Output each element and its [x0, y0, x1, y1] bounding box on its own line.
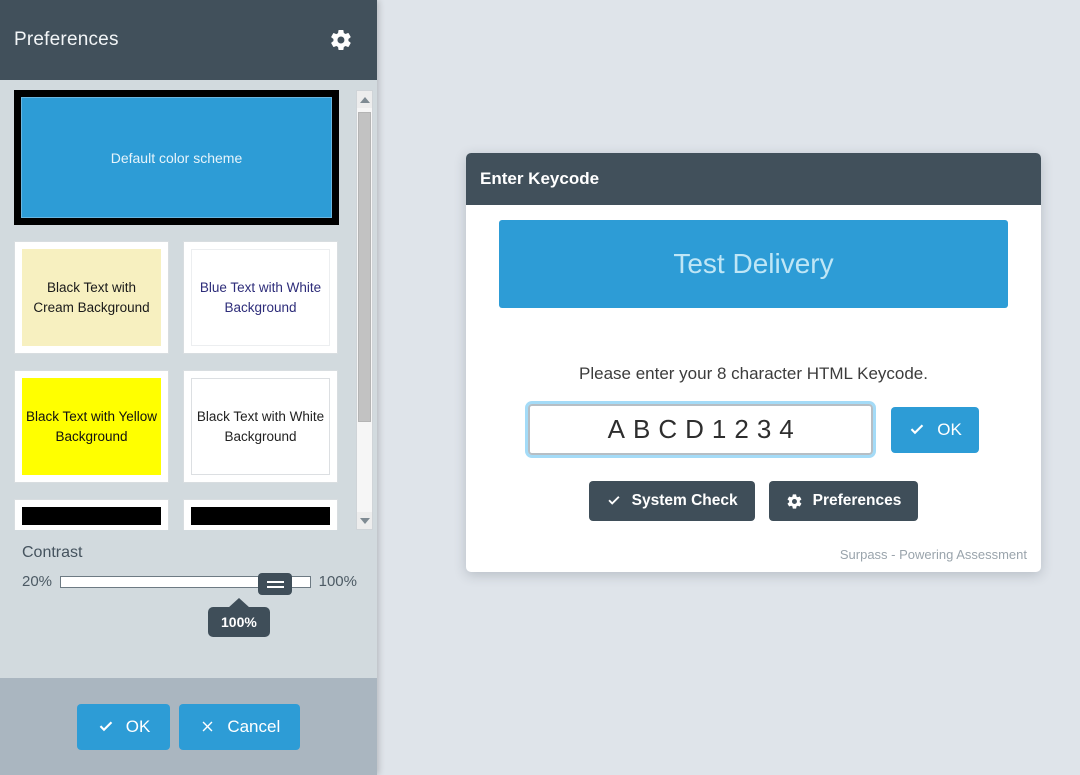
preferences-body: Default color scheme Black Text with Cre…	[0, 80, 377, 678]
keycode-input[interactable]	[525, 401, 877, 458]
preferences-cancel-label: Cancel	[227, 716, 281, 736]
system-check-label: System Check	[631, 492, 738, 509]
preferences-footer: OK Cancel	[0, 678, 377, 775]
test-delivery-banner: Test Delivery	[499, 220, 1008, 308]
scheme-option-black-1[interactable]	[14, 499, 169, 530]
scrollbar-thumb[interactable]	[358, 112, 371, 422]
handle-grip-line	[266, 580, 284, 583]
preferences-header: Preferences	[0, 0, 377, 80]
contrast-slider-row: 20% 100% 100%	[22, 573, 357, 637]
scheme-option-label: Default color scheme	[21, 97, 332, 218]
color-scheme-list: Default color scheme Black Text with Cre…	[0, 90, 356, 530]
scheme-option-label: Blue Text with White Background	[191, 249, 330, 346]
preferences-ok-button[interactable]: OK	[76, 703, 171, 750]
brand-footer-text: Surpass - Powering Assessment	[839, 547, 1027, 562]
scheme-list-scrollbar[interactable]	[356, 90, 373, 530]
check-icon	[97, 718, 115, 736]
preferences-button[interactable]: Preferences	[768, 481, 919, 521]
system-check-button[interactable]: System Check	[588, 481, 755, 521]
test-delivery-label: Test Delivery	[673, 248, 834, 279]
scheme-option-blue-on-white[interactable]: Blue Text with White Background	[183, 241, 338, 354]
scrollbar-down-button[interactable]	[357, 512, 372, 529]
keycode-dialog-title: Enter Keycode	[480, 169, 600, 188]
scrollbar-track[interactable]	[357, 108, 372, 512]
scheme-option-cream[interactable]: Black Text with Cream Background	[14, 241, 169, 354]
gear-icon[interactable]	[329, 28, 353, 52]
scheme-option-label: Black Text with White Background	[191, 378, 330, 475]
scheme-option-label	[22, 507, 161, 525]
keycode-dialog-actions: System Check Preferences	[499, 481, 1008, 521]
scheme-option-label: Black Text with Yellow Background	[22, 378, 161, 475]
preferences-cancel-button[interactable]: Cancel	[179, 703, 301, 750]
contrast-slider[interactable]	[60, 573, 311, 595]
color-scheme-area: Default color scheme Black Text with Cre…	[0, 80, 377, 530]
chevron-down-icon	[359, 517, 370, 524]
scrollbar-up-button[interactable]	[357, 91, 372, 108]
scheme-row: Black Text with Yellow Background Black …	[14, 370, 348, 483]
scheme-option-default[interactable]: Default color scheme	[14, 90, 339, 225]
handle-grip-line	[266, 585, 284, 588]
check-icon	[606, 493, 622, 509]
page-title: Preferences	[14, 29, 119, 50]
scheme-row: Black Text with Cream Background Blue Te…	[14, 241, 348, 354]
scheme-option-black-2[interactable]	[183, 499, 338, 530]
contrast-min-label: 20%	[22, 573, 53, 590]
preferences-panel: Preferences Default color scheme Black T…	[0, 0, 377, 775]
keycode-instruction-text: Please enter your 8 character HTML Keyco…	[579, 364, 928, 383]
chevron-up-icon	[359, 96, 370, 103]
scheme-option-yellow[interactable]: Black Text with Yellow Background	[14, 370, 169, 483]
keycode-ok-button[interactable]: OK	[891, 406, 979, 453]
preferences-ok-label: OK	[125, 716, 151, 736]
contrast-slider-handle[interactable]	[258, 573, 293, 595]
enter-keycode-dialog: Enter Keycode Test Delivery Please enter…	[466, 153, 1041, 572]
scheme-option-white[interactable]: Black Text with White Background	[183, 370, 338, 483]
preferences-button-label: Preferences	[812, 492, 902, 509]
contrast-value-tooltip: 100%	[208, 607, 270, 637]
check-icon	[908, 421, 926, 439]
scheme-option-label	[191, 507, 330, 525]
contrast-max-label: 100%	[318, 573, 357, 590]
scheme-row	[14, 499, 348, 530]
keycode-ok-label: OK	[937, 419, 962, 439]
keycode-dialog-body: Please enter your 8 character HTML Keyco…	[466, 308, 1041, 547]
keycode-dialog-header: Enter Keycode	[466, 153, 1041, 205]
close-x-icon	[199, 718, 216, 735]
contrast-control: Contrast 20% 100% 100%	[0, 530, 377, 637]
keycode-input-row: OK	[499, 401, 1008, 458]
scheme-option-label: Black Text with Cream Background	[22, 249, 161, 346]
contrast-label: Contrast	[22, 544, 83, 561]
gear-icon	[786, 493, 803, 510]
